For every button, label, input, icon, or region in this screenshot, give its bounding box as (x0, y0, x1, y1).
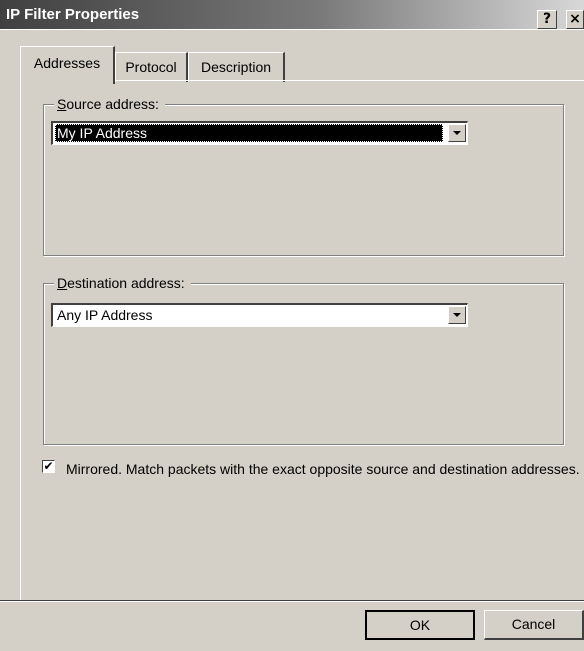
ok-button[interactable]: OK (365, 610, 475, 640)
mirrored-checkbox[interactable]: ✔ (42, 460, 55, 473)
window-title: IP Filter Properties (6, 6, 140, 23)
help-button[interactable]: ? (537, 10, 557, 29)
footer-divider (0, 600, 584, 602)
dropdown-arrow-icon[interactable] (448, 306, 466, 324)
tab-description[interactable]: Description (188, 52, 285, 82)
tab-protocol[interactable]: Protocol (115, 52, 188, 82)
source-address-dropdown[interactable]: My IP Address (51, 121, 468, 145)
source-address-group: Source address: My IP Address (43, 95, 564, 256)
mirrored-label[interactable]: Mirrored. Match packets with the exact o… (66, 460, 581, 478)
destination-address-value: Any IP Address (57, 307, 153, 323)
source-address-value: My IP Address (55, 124, 443, 142)
close-button[interactable]: × (566, 10, 584, 29)
destination-address-group: Destination address: Any IP Address (43, 274, 564, 445)
tab-addresses[interactable]: Addresses (20, 46, 115, 84)
source-address-label: Source address: (54, 95, 165, 113)
dropdown-arrow-icon[interactable] (448, 124, 466, 142)
cancel-button[interactable]: Cancel (484, 610, 584, 640)
destination-address-dropdown[interactable]: Any IP Address (51, 303, 468, 327)
title-bar: IP Filter Properties ? × (0, 0, 584, 30)
destination-address-label: Destination address: (54, 274, 191, 292)
